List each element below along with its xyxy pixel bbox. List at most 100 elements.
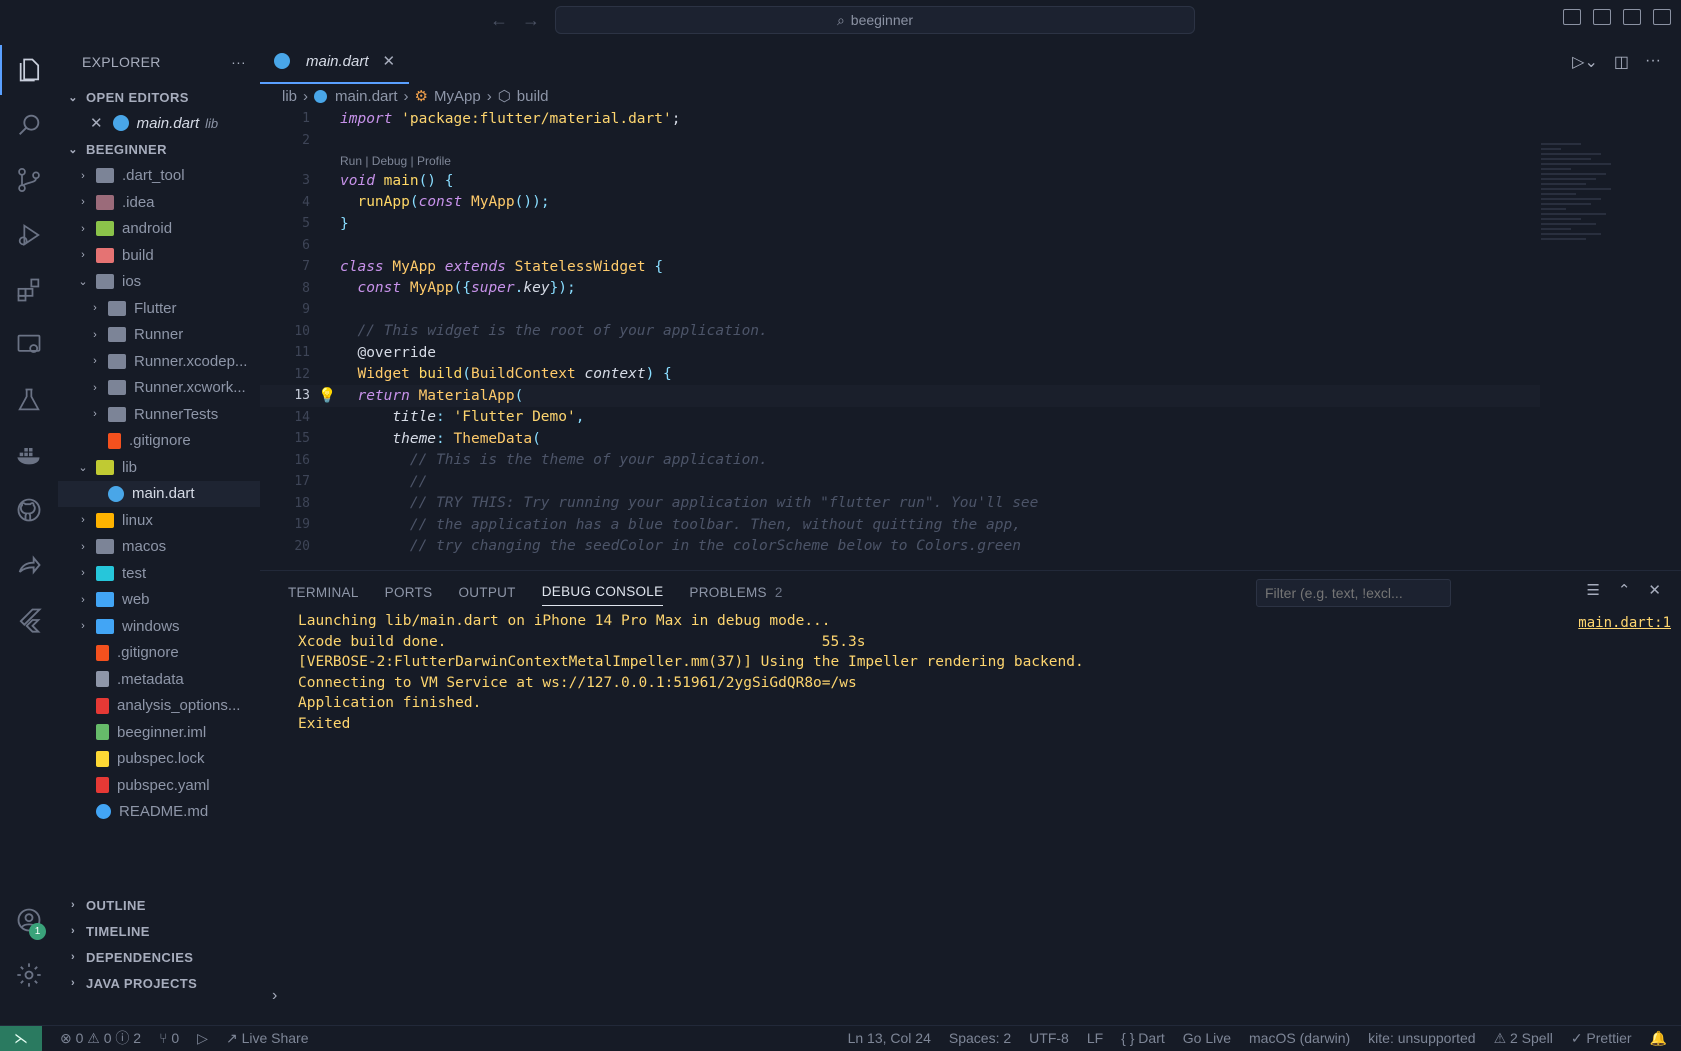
more-actions-icon[interactable]: ···: [231, 54, 246, 70]
filter-input[interactable]: [1256, 579, 1451, 607]
encoding[interactable]: UTF-8: [1029, 1030, 1069, 1047]
tab-debug-console[interactable]: DEBUG CONSOLE: [541, 584, 664, 606]
flutter-icon[interactable]: [0, 595, 58, 645]
tree-item[interactable]: › linux: [58, 507, 260, 534]
clear-console-icon[interactable]: ☰: [1586, 581, 1599, 599]
tree-item[interactable]: › .dart_tool: [58, 163, 260, 190]
files-icon[interactable]: [0, 45, 58, 95]
tab-terminal[interactable]: TERMINAL: [288, 585, 359, 600]
dart-file-icon: [112, 115, 129, 132]
tree-item[interactable]: › Runner.xcwork...: [58, 375, 260, 402]
close-tab-icon[interactable]: ✕: [383, 52, 396, 70]
remote-explorer-icon[interactable]: [0, 320, 58, 370]
breadcrumb-lib[interactable]: lib: [282, 88, 297, 105]
remote-indicator-icon[interactable]: ⋋: [0, 1025, 42, 1051]
console-prompt-icon[interactable]: ›: [272, 987, 277, 1005]
notifications-icon[interactable]: 🔔: [1650, 1030, 1667, 1047]
indentation[interactable]: Spaces: 2: [949, 1030, 1011, 1047]
forward-arrow-icon[interactable]: →: [522, 10, 540, 31]
tree-item[interactable]: ⌄ lib: [58, 454, 260, 481]
tree-item[interactable]: analysis_options...: [58, 693, 260, 720]
workspace-name: beeginner: [850, 12, 914, 28]
dependencies-section[interactable]: › DEPENDENCIES: [58, 944, 260, 970]
tab-main-dart[interactable]: main.dart ✕: [260, 40, 410, 84]
tree-item[interactable]: › build: [58, 242, 260, 269]
tree-item[interactable]: › android: [58, 216, 260, 243]
tree-item[interactable]: › web: [58, 587, 260, 614]
more-actions-icon[interactable]: ···: [1645, 52, 1661, 72]
project-section[interactable]: ⌄ BEEGINNER: [58, 137, 260, 163]
prettier-status[interactable]: ✓ Prettier: [1571, 1030, 1632, 1047]
tree-item[interactable]: .metadata: [58, 666, 260, 693]
lightbulb-icon[interactable]: 💡: [318, 387, 340, 404]
customize-layout-icon[interactable]: [1653, 9, 1671, 25]
tree-item[interactable]: pubspec.yaml: [58, 772, 260, 799]
testing-icon[interactable]: [0, 375, 58, 425]
tree-item[interactable]: › macos: [58, 534, 260, 561]
minimap[interactable]: [1541, 140, 1621, 380]
tree-item[interactable]: › Flutter: [58, 295, 260, 322]
ports-status[interactable]: ⑂ 0: [159, 1030, 179, 1046]
device-selector[interactable]: macOS (darwin): [1249, 1030, 1350, 1047]
java-projects-section[interactable]: › JAVA PROJECTS: [58, 970, 260, 996]
language-mode[interactable]: { } Dart: [1121, 1030, 1165, 1047]
timeline-section[interactable]: › TIMELINE: [58, 918, 260, 944]
github-icon[interactable]: [0, 485, 58, 535]
tree-item[interactable]: pubspec.lock: [58, 746, 260, 773]
tab-problems[interactable]: PROBLEMS 2: [689, 585, 782, 600]
toggle-primary-sidebar-icon[interactable]: [1563, 9, 1581, 25]
tree-item-label: android: [122, 220, 173, 238]
tree-item[interactable]: › test: [58, 560, 260, 587]
maximize-panel-icon[interactable]: ⌃: [1618, 581, 1631, 599]
breadcrumb-method[interactable]: build: [517, 88, 549, 105]
spell-status[interactable]: ⚠ 2 Spell: [1494, 1030, 1553, 1047]
search-icon[interactable]: [0, 100, 58, 150]
tree-item[interactable]: .gitignore: [58, 640, 260, 667]
toggle-panel-icon[interactable]: [1593, 9, 1611, 25]
live-share-icon[interactable]: [0, 540, 58, 590]
back-arrow-icon[interactable]: ←: [490, 10, 508, 31]
breadcrumb-file[interactable]: main.dart: [335, 88, 398, 105]
go-live-button[interactable]: Go Live: [1183, 1030, 1231, 1047]
open-editors-section[interactable]: ⌄ OPEN EDITORS: [58, 84, 260, 110]
extensions-icon[interactable]: [0, 265, 58, 315]
problems-status[interactable]: ⊗ 0 ⚠ 0 ⓘ 2: [60, 1028, 141, 1048]
tab-output[interactable]: OUTPUT: [458, 585, 515, 600]
tree-item[interactable]: README.md: [58, 799, 260, 826]
open-editor-item[interactable]: ✕ main.dart lib: [58, 110, 260, 137]
tree-item[interactable]: › RunnerTests: [58, 401, 260, 428]
gear-icon[interactable]: [0, 950, 58, 1000]
breadcrumb-class[interactable]: MyApp: [434, 88, 481, 105]
toggle-secondary-sidebar-icon[interactable]: [1623, 9, 1641, 25]
tree-item[interactable]: ⌄ ios: [58, 269, 260, 296]
tree-item-label: Runner: [134, 326, 184, 344]
debug-status-icon[interactable]: ▷: [197, 1030, 208, 1047]
close-icon[interactable]: ✕: [90, 114, 103, 132]
tree-item[interactable]: › Runner: [58, 322, 260, 349]
code-line: 19 // the application has a blue toolbar…: [294, 516, 1021, 533]
live-share-button[interactable]: ↗ Live Share: [226, 1030, 309, 1047]
source-link[interactable]: main.dart:1: [1578, 615, 1671, 631]
tree-item[interactable]: › Runner.xcodep...: [58, 348, 260, 375]
codelens[interactable]: Run | Debug | Profile: [260, 151, 1540, 170]
outline-section[interactable]: › OUTLINE: [58, 892, 260, 918]
close-panel-icon[interactable]: ✕: [1648, 581, 1661, 599]
tree-item[interactable]: main.dart: [58, 480, 260, 507]
cursor-position[interactable]: Ln 13, Col 24: [848, 1030, 931, 1047]
end-of-line[interactable]: LF: [1087, 1030, 1103, 1047]
code-editor[interactable]: 1 import 'package:flutter/material.dart';…: [260, 108, 1540, 557]
command-center-search[interactable]: ⌕ beeginner: [555, 6, 1195, 34]
tree-item[interactable]: beeginner.iml: [58, 719, 260, 746]
tree-item[interactable]: › .idea: [58, 189, 260, 216]
run-icon[interactable]: ▷⌄: [1572, 52, 1598, 72]
source-control-icon[interactable]: [0, 155, 58, 205]
tree-item[interactable]: .gitignore: [58, 428, 260, 455]
tree-item[interactable]: › windows: [58, 613, 260, 640]
docker-icon[interactable]: [0, 430, 58, 480]
kite-status[interactable]: kite: unsupported: [1368, 1030, 1475, 1047]
tab-ports[interactable]: PORTS: [385, 585, 433, 600]
accounts-icon[interactable]: 1: [0, 895, 58, 945]
run-debug-icon[interactable]: [0, 210, 58, 260]
folder-icon: [96, 247, 114, 263]
split-editor-icon[interactable]: ◫: [1614, 52, 1629, 72]
